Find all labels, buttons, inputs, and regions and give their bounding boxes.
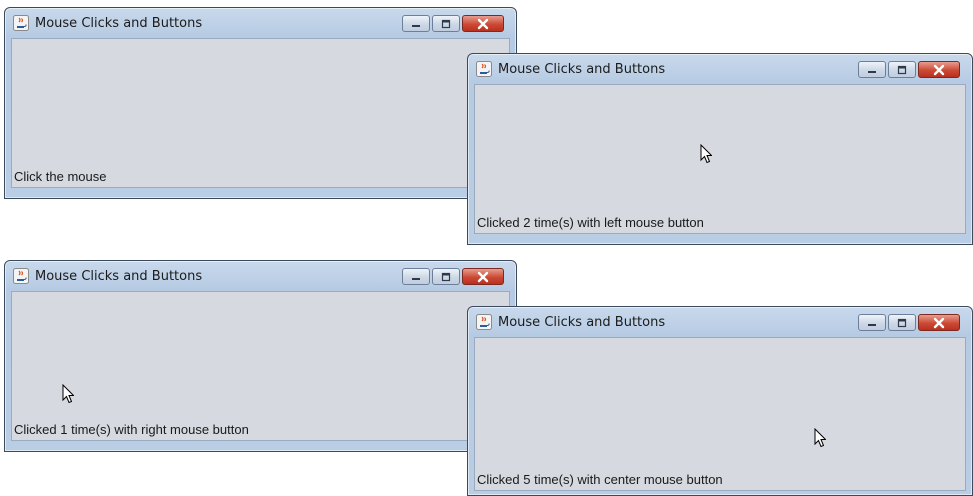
window-center-click[interactable]: Mouse Clicks and Buttons Clicked 5 time(… bbox=[467, 306, 973, 496]
close-button[interactable] bbox=[462, 268, 504, 285]
window-controls bbox=[402, 268, 504, 285]
minimize-button[interactable] bbox=[402, 268, 430, 285]
window-controls bbox=[858, 61, 960, 78]
maximize-icon bbox=[441, 272, 451, 281]
window-title: Mouse Clicks and Buttons bbox=[35, 15, 203, 31]
mouse-pointer-icon bbox=[814, 428, 826, 448]
mouse-pointer-icon bbox=[700, 144, 712, 164]
close-icon bbox=[477, 18, 489, 29]
maximize-icon bbox=[897, 318, 907, 327]
java-cup-icon bbox=[13, 268, 29, 284]
window-left-click[interactable]: Mouse Clicks and Buttons Clicked 2 time(… bbox=[467, 53, 973, 245]
mouse-pointer-icon bbox=[62, 384, 74, 404]
window-title: Mouse Clicks and Buttons bbox=[498, 314, 666, 330]
maximize-button[interactable] bbox=[888, 314, 916, 331]
title-bar[interactable]: Mouse Clicks and Buttons bbox=[11, 261, 510, 291]
status-label: Clicked 5 time(s) with center mouse butt… bbox=[477, 472, 723, 487]
java-cup-icon bbox=[476, 61, 492, 77]
content-pane[interactable]: Click the mouse bbox=[11, 38, 510, 188]
close-button[interactable] bbox=[918, 314, 960, 331]
window-controls bbox=[402, 15, 504, 32]
minimize-icon bbox=[868, 323, 876, 326]
minimize-icon bbox=[412, 277, 420, 280]
close-button[interactable] bbox=[462, 15, 504, 32]
title-bar[interactable]: Mouse Clicks and Buttons bbox=[474, 54, 966, 84]
maximize-button[interactable] bbox=[432, 15, 460, 32]
window-click-the-mouse[interactable]: Mouse Clicks and Buttons Click the mouse bbox=[4, 7, 517, 199]
status-label: Clicked 2 time(s) with left mouse button bbox=[477, 215, 704, 230]
minimize-button[interactable] bbox=[402, 15, 430, 32]
status-label: Clicked 1 time(s) with right mouse butto… bbox=[14, 422, 249, 437]
window-title: Mouse Clicks and Buttons bbox=[35, 268, 203, 284]
title-bar[interactable]: Mouse Clicks and Buttons bbox=[11, 8, 510, 38]
window-title: Mouse Clicks and Buttons bbox=[498, 61, 666, 77]
maximize-icon bbox=[897, 65, 907, 74]
maximize-icon bbox=[441, 19, 451, 28]
minimize-button[interactable] bbox=[858, 61, 886, 78]
content-pane[interactable]: Clicked 5 time(s) with center mouse butt… bbox=[474, 337, 966, 491]
java-cup-icon bbox=[13, 15, 29, 31]
screenshot-stage: Mouse Clicks and Buttons Click the mouse bbox=[0, 0, 973, 496]
window-right-click[interactable]: Mouse Clicks and Buttons Clicked 1 time(… bbox=[4, 260, 517, 452]
close-icon bbox=[933, 64, 945, 75]
maximize-button[interactable] bbox=[888, 61, 916, 78]
close-icon bbox=[477, 271, 489, 282]
minimize-icon bbox=[868, 70, 876, 73]
close-icon bbox=[933, 317, 945, 328]
minimize-icon bbox=[412, 24, 420, 27]
window-controls bbox=[858, 314, 960, 331]
title-bar[interactable]: Mouse Clicks and Buttons bbox=[474, 307, 966, 337]
minimize-button[interactable] bbox=[858, 314, 886, 331]
java-cup-icon bbox=[476, 314, 492, 330]
status-label: Click the mouse bbox=[14, 169, 107, 184]
close-button[interactable] bbox=[918, 61, 960, 78]
maximize-button[interactable] bbox=[432, 268, 460, 285]
content-pane[interactable]: Clicked 1 time(s) with right mouse butto… bbox=[11, 291, 510, 441]
content-pane[interactable]: Clicked 2 time(s) with left mouse button bbox=[474, 84, 966, 234]
